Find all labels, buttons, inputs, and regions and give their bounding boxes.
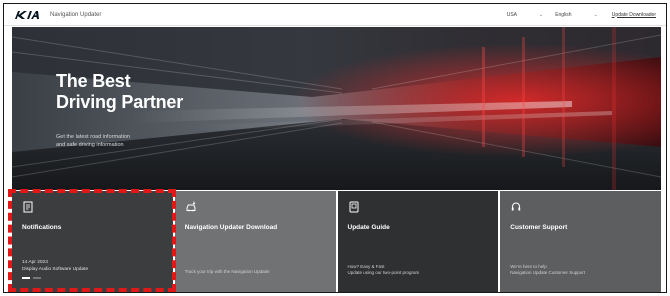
language-value: English — [555, 11, 572, 18]
site-name: Navigation Updater — [50, 11, 102, 18]
navigation-updater-download-tile[interactable]: Navigation Updater Download Track your t… — [174, 191, 336, 292]
tile-title: Update Guide — [347, 224, 390, 231]
document-icon — [23, 201, 33, 213]
hero-subtitle-line1: Get the latest road information — [56, 134, 130, 140]
top-header: Navigation Updater USA ⌄ English ⌄ Updat… — [4, 4, 666, 26]
tile-description: Track your trip with the Navigation Upda… — [184, 269, 270, 274]
tile-title: Customer Support — [510, 224, 568, 231]
tile-title: Notifications — [22, 224, 62, 231]
update-downloader-link[interactable]: Update Downloader — [612, 12, 656, 18]
hero-title: The Best Driving Partner — [56, 71, 183, 113]
language-select[interactable]: English ⌄ — [555, 12, 598, 18]
hero-title-line2: Driving Partner — [56, 92, 184, 112]
update-guide-tile[interactable]: Update Guide How? Easy & Fast Update usi… — [337, 191, 499, 292]
hero-banner: The Best Driving Partner Get the latest … — [12, 27, 661, 190]
notification-pager[interactable] — [22, 277, 41, 279]
tile-title: Navigation Updater Download — [184, 224, 278, 231]
region-value: USA — [506, 11, 517, 18]
tile-description-line2: Navigation Update Customer Support — [510, 270, 586, 275]
tile-row: Notifications 14 Apr 2023 Display Audio … — [12, 191, 661, 292]
kia-logo[interactable] — [14, 9, 40, 21]
headset-icon — [512, 202, 521, 211]
pager-dot[interactable] — [33, 277, 41, 279]
region-select[interactable]: USA ⌄ — [507, 12, 543, 18]
car-download-icon — [186, 201, 196, 212]
chevron-down-icon: ⌄ — [593, 11, 598, 18]
hero-subtitle-line2: and safe driving information — [56, 142, 124, 148]
screenshot-frame: Navigation Updater USA ⌄ English ⌄ Updat… — [3, 3, 667, 293]
chevron-down-icon: ⌄ — [538, 11, 544, 18]
tile-description: We're here to help Navigation Update Cus… — [510, 264, 585, 276]
customer-support-tile[interactable]: Customer Support We're here to help Navi… — [500, 191, 661, 292]
hero-title-line1: The Best — [56, 71, 131, 91]
notification-headline[interactable]: Display Audio Software Update — [22, 267, 88, 272]
notification-date: 14 Apr 2023 — [22, 260, 48, 265]
tile-description-line2: Update using our two-point program — [347, 270, 420, 275]
hero-subtitle: Get the latest road information and safe… — [56, 133, 130, 149]
pager-dot-active[interactable] — [22, 277, 30, 279]
notifications-tile[interactable]: Notifications 14 Apr 2023 Display Audio … — [12, 191, 173, 292]
tile-description: How? Easy & Fast Update using our two-po… — [348, 264, 420, 276]
guide-book-icon — [349, 201, 358, 213]
